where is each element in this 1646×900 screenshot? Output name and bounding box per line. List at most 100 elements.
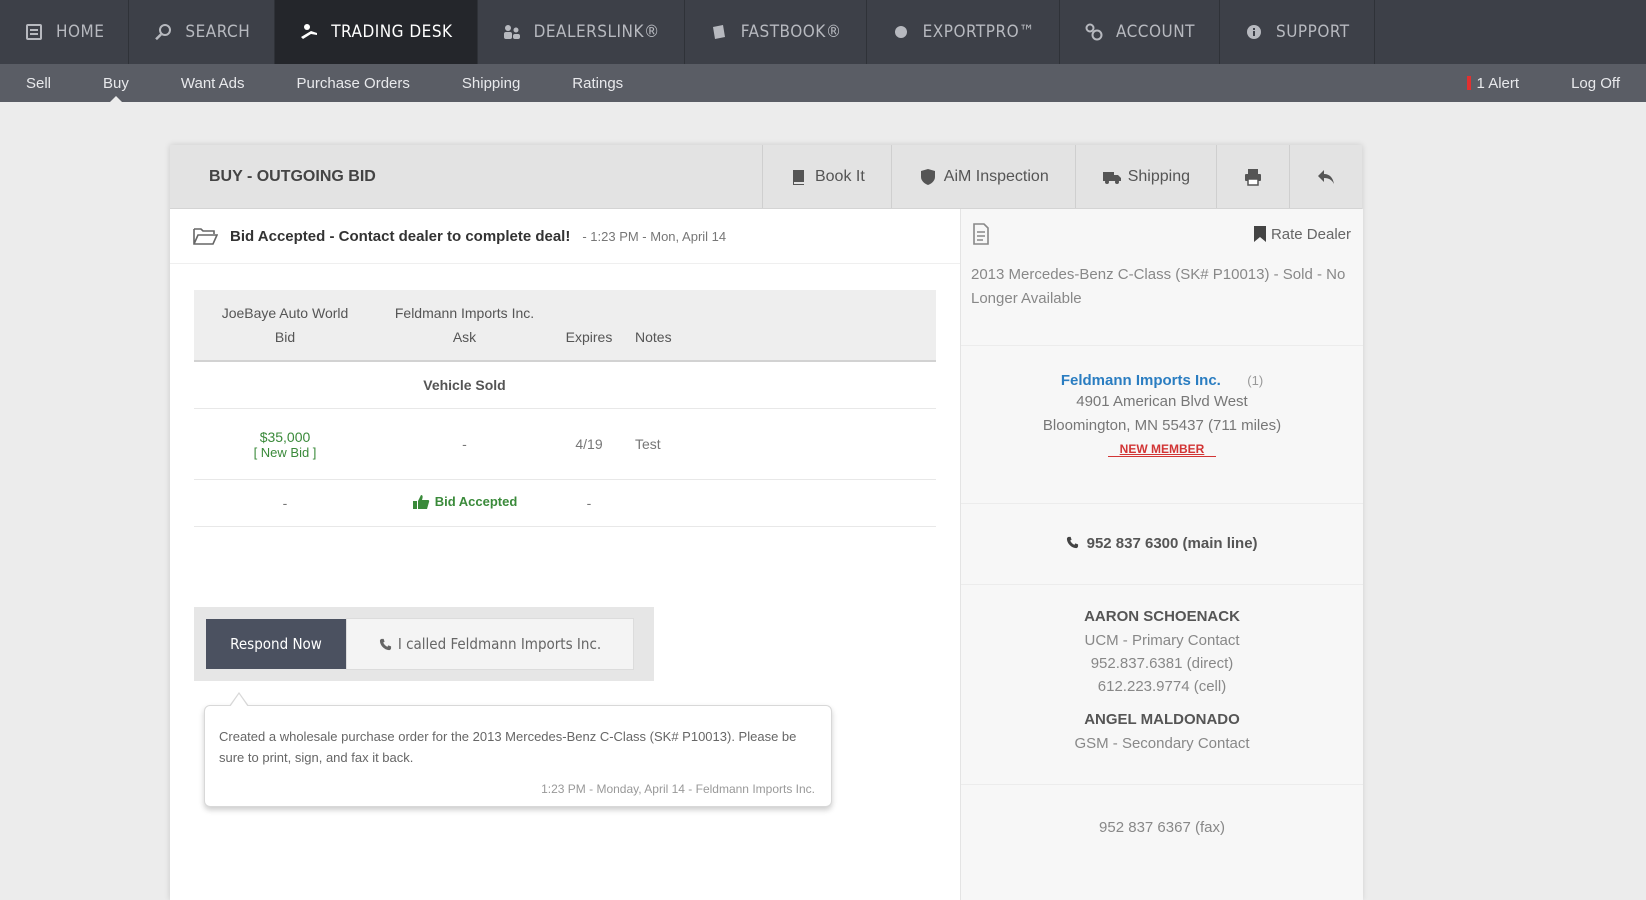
table-header-row: JoeBaye Auto World Bid Feldmann Imports …	[194, 290, 936, 362]
subnav-ratings[interactable]: Ratings	[546, 64, 649, 102]
shipping-label: Shipping	[1127, 167, 1190, 185]
subnav-purchase-orders[interactable]: Purchase Orders	[271, 64, 436, 102]
nav-exportpro[interactable]: EXPORTPRO™	[867, 0, 1060, 64]
bookmark-icon	[1253, 226, 1266, 242]
shipping-button[interactable]: Shipping	[1074, 145, 1216, 208]
accepted-bid-cell: -	[194, 479, 376, 527]
nav-search-label: SEARCH	[185, 22, 251, 42]
reply-icon	[1318, 169, 1334, 184]
book-it-button[interactable]: Book It	[761, 145, 891, 208]
nav-support-label: SUPPORT	[1276, 22, 1350, 42]
note-meta: 1:23 PM - Monday, April 14 - Feldmann Im…	[541, 782, 815, 796]
bid-amount: $35,000	[259, 428, 311, 445]
document-icon[interactable]	[971, 223, 991, 245]
new-bid-link[interactable]: [ New Bid ]	[195, 445, 375, 460]
home-icon	[24, 22, 44, 42]
rate-dealer-button[interactable]: Rate Dealer	[1253, 225, 1351, 243]
subnav-shipping[interactable]: Shipping	[436, 64, 546, 102]
expires-header: Expires	[565, 329, 613, 345]
dealers-link-icon	[502, 22, 522, 42]
aim-inspection-button[interactable]: AiM Inspection	[890, 145, 1075, 208]
nav-home-label: HOME	[56, 22, 105, 42]
folder-open-icon	[193, 228, 218, 245]
log-off-link[interactable]: Log Off	[1545, 64, 1646, 102]
col-ask: Feldmann Imports Inc. Ask	[376, 290, 553, 362]
nav-trading-desk[interactable]: TRADING DESK	[275, 0, 478, 64]
book-icon	[792, 169, 804, 185]
col-notes: Notes	[625, 290, 936, 362]
dealer-name-link[interactable]: Feldmann Imports Inc.	[1061, 372, 1221, 389]
alert-indicator	[1466, 76, 1471, 90]
info-icon	[1244, 22, 1264, 42]
panel-header: BUY - OUTGOING BID Book It AiM Inspectio…	[170, 145, 1362, 209]
subnav-sell[interactable]: Sell	[0, 64, 77, 102]
nav-dealers-link-label: DEALERSLINK®	[533, 22, 660, 42]
col-bid: JoeBaye Auto World Bid	[194, 290, 376, 362]
aim-inspection-label: AiM Inspection	[943, 167, 1049, 185]
response-actions: Respond Now I called Feldmann Imports In…	[194, 607, 654, 681]
nav-fastbook-label: FASTBOOK®	[740, 22, 842, 42]
shield-icon	[920, 168, 935, 185]
ask-cell: -	[376, 408, 553, 480]
nav-account-label: ACCOUNT	[1115, 22, 1195, 42]
accepted-status-cell: Bid Accepted	[376, 479, 553, 527]
notes-cell: Test	[625, 408, 936, 480]
dealer-sidebar: Rate Dealer 2013 Mercedes-Benz C-Class (…	[960, 209, 1363, 900]
accepted-expires-cell: -	[553, 479, 625, 527]
status-message: Bid Accepted - Contact dealer to complet…	[230, 227, 571, 245]
alerts-link[interactable]: 1 Alert	[1441, 64, 1546, 102]
truck-icon	[1102, 171, 1121, 184]
globe-icon	[891, 22, 911, 42]
nav-dealers-link[interactable]: DEALERSLINK®	[478, 0, 685, 64]
nav-search[interactable]: SEARCH	[129, 0, 276, 64]
purchase-order-note: Created a wholesale purchase order for t…	[204, 692, 832, 807]
main-phone-number: 952 837 6300 (main line)	[1086, 535, 1258, 552]
nav-fastbook[interactable]: FASTBOOK®	[685, 0, 867, 64]
notes-header: Notes	[635, 329, 672, 345]
sub-navigation: Sell Buy Want Ads Purchase Orders Shippi…	[0, 64, 1646, 103]
dealer-info: Feldmann Imports Inc. (1) 4901 American …	[961, 346, 1363, 504]
dealer-rating: (1)	[1247, 373, 1264, 388]
respond-now-button[interactable]: Respond Now	[206, 619, 346, 669]
i-called-dealer-button[interactable]: I called Feldmann Imports Inc.	[346, 618, 634, 670]
nav-trading-desk-label: TRADING DESK	[331, 22, 453, 42]
contact-name: ANGEL MALDONADO	[1084, 711, 1240, 728]
ask-dealer-name: Feldmann Imports Inc.	[394, 305, 535, 321]
page-title: BUY - OUTGOING BID	[209, 167, 376, 185]
table-row: $35,000 [ New Bid ] - 4/19 Test	[194, 408, 936, 480]
nav-account[interactable]: ACCOUNT	[1060, 0, 1220, 64]
nav-exportpro-label: EXPORTPRO™	[922, 22, 1035, 42]
contact-direct-phone: 952.837.6381 (direct)	[1090, 655, 1234, 672]
nav-home[interactable]: HOME	[0, 0, 130, 64]
bid-table: JoeBaye Auto World Bid Feldmann Imports …	[194, 290, 936, 527]
note-text: Created a wholesale purchase order for t…	[219, 729, 797, 765]
nav-support[interactable]: SUPPORT	[1220, 0, 1375, 64]
bid-details: Bid Accepted - Contact dealer to complet…	[170, 209, 960, 900]
bid-panel: BUY - OUTGOING BID Book It AiM Inspectio…	[170, 145, 1363, 900]
print-icon	[1245, 168, 1261, 186]
print-button[interactable]	[1216, 145, 1289, 208]
contact-role: GSM - Secondary Contact	[1074, 735, 1250, 752]
table-row: Vehicle Sold	[194, 361, 936, 409]
back-button[interactable]	[1289, 145, 1362, 208]
contact-cell-phone: 612.223.9774 (cell)	[1097, 678, 1227, 695]
vehicle-sold-cell: Vehicle Sold	[376, 361, 553, 409]
dealer-fax: 952 837 6367 (fax)	[1099, 819, 1225, 836]
dealer-address-line1: 4901 American Blvd West	[1076, 393, 1248, 410]
contact-name: AARON SCHOENACK	[1084, 608, 1240, 625]
subnav-buy[interactable]: Buy	[77, 64, 155, 103]
trading-desk-icon	[299, 22, 319, 42]
ask-header: Ask	[452, 329, 477, 345]
bid-dealer-name: JoeBaye Auto World	[221, 305, 349, 321]
bid-header: Bid	[274, 329, 296, 345]
fastbook-icon	[709, 22, 729, 42]
subnav-want-ads[interactable]: Want Ads	[155, 64, 271, 102]
expires-cell: 4/19	[553, 408, 625, 480]
phone-icon	[379, 638, 391, 650]
dealer-main-phone: 952 837 6300 (main line)	[961, 504, 1363, 585]
gears-icon	[1084, 22, 1104, 42]
top-navigation: HOME SEARCH TRADING DESK DEALERSLINK® FA…	[0, 0, 1646, 64]
rate-dealer-label: Rate Dealer	[1270, 225, 1351, 243]
vehicle-description: 2013 Mercedes-Benz C-Class (SK# P10013) …	[961, 259, 1363, 346]
contact-role: UCM - Primary Contact	[1084, 632, 1240, 649]
